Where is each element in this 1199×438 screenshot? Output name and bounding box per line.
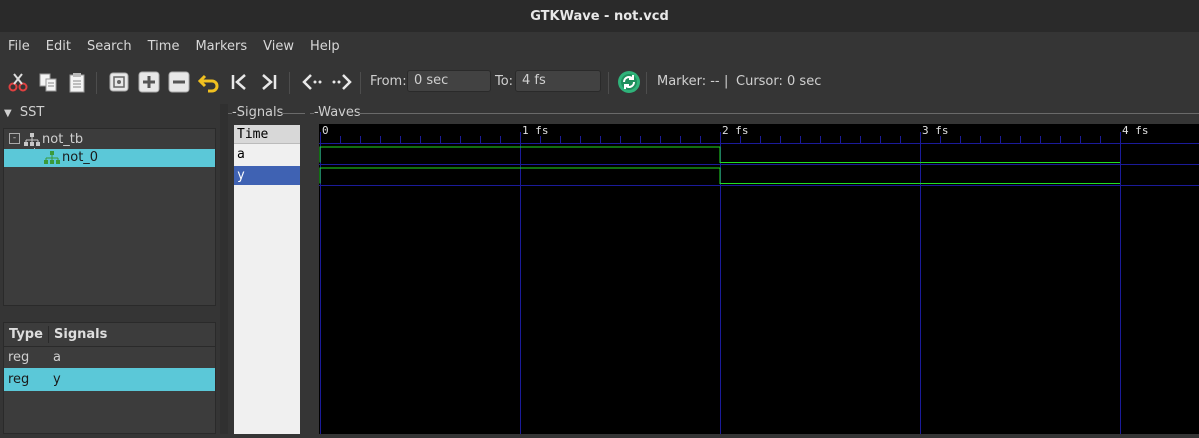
menu-bar: File Edit Search Time Markers View Help — [0, 33, 1199, 59]
signal-type: reg — [8, 372, 30, 387]
waveform-trace-a — [319, 146, 1120, 163]
tick-label: 0 — [322, 124, 329, 137]
tree-item-not-tb[interactable]: - not_tb — [4, 131, 215, 149]
signal-type: reg — [8, 350, 30, 365]
tree-item-not-0[interactable]: not_0 — [4, 149, 215, 167]
toolbar-separator — [646, 72, 647, 94]
menu-help[interactable]: Help — [302, 39, 348, 54]
time-row: Time — [234, 125, 300, 144]
tree-label: not_0 — [62, 150, 99, 165]
signals-pane[interactable]: Time a y — [234, 125, 300, 434]
signal-list-header: Type Signals — [4, 323, 215, 347]
tree-label: not_tb — [42, 132, 84, 147]
hierarchy-icon — [44, 151, 60, 164]
menu-file[interactable]: File — [0, 39, 38, 54]
tick-label: 1 fs — [522, 124, 549, 137]
signal-name: a — [53, 350, 61, 365]
toolbar: From: 0 sec To: 4 fs Marker: -- | Cursor… — [0, 62, 1199, 104]
signal-list-row[interactable]: reg a — [4, 346, 215, 369]
from-label: From: — [370, 74, 407, 89]
zoom-in-icon[interactable] — [137, 70, 161, 94]
waveform-canvas[interactable]: 0 1 fs 2 fs 3 fs 4 fs — [319, 124, 1199, 434]
hierarchy-icon — [24, 133, 40, 146]
marker-readout: Marker: -- — [657, 74, 720, 89]
sst-tree[interactable]: - not_tb not_0 — [3, 128, 216, 306]
window-title: GTKWave - not.vcd — [530, 8, 669, 24]
menu-markers[interactable]: Markers — [187, 39, 255, 54]
cut-icon[interactable] — [6, 70, 30, 94]
toolbar-separator — [289, 72, 290, 94]
waveform-trace-y — [319, 167, 1120, 184]
menu-time[interactable]: Time — [140, 39, 188, 54]
tick-label: 3 fs — [922, 124, 949, 137]
signal-row-y[interactable]: y — [234, 166, 300, 185]
signal-list-row[interactable]: reg y — [4, 368, 215, 391]
paste-icon[interactable] — [65, 70, 89, 94]
to-time-field[interactable]: 4 fs — [515, 70, 601, 92]
waves-pane[interactable]: 0 1 fs 2 fs 3 fs 4 fs — [319, 124, 1199, 434]
toolbar-separator — [96, 72, 97, 94]
find-previous-edge-icon[interactable] — [300, 70, 324, 94]
window-title-bar: GTKWave - not.vcd — [0, 0, 1199, 32]
copy-icon[interactable] — [36, 70, 60, 94]
to-label: To: — [495, 74, 514, 89]
menu-search[interactable]: Search — [79, 39, 140, 54]
from-time-field[interactable]: 0 sec — [407, 70, 491, 92]
frame-line — [281, 113, 305, 114]
signal-name: y — [53, 372, 61, 387]
toolbar-separator — [360, 72, 361, 94]
signal-list-table: Type Signals reg a reg y — [3, 322, 216, 434]
cursor-readout: Cursor: 0 sec — [736, 74, 822, 89]
tree-expander-icon[interactable]: - — [9, 133, 20, 144]
sst-header[interactable]: ▼ SST — [4, 105, 44, 120]
column-header-signals[interactable]: Signals — [54, 327, 107, 342]
undo-zoom-icon[interactable] — [197, 70, 221, 94]
signals-pane-label: -Signals — [232, 105, 284, 120]
frame-line — [358, 113, 1199, 114]
pane-splitter[interactable] — [220, 104, 228, 434]
tick-label: 4 fs — [1122, 124, 1149, 137]
menu-edit[interactable]: Edit — [38, 39, 79, 54]
reload-icon[interactable] — [617, 70, 641, 94]
zoom-fit-icon[interactable] — [107, 70, 131, 94]
signal-row-a[interactable]: a — [234, 145, 300, 164]
zoom-to-start-icon[interactable] — [228, 70, 252, 94]
find-next-edge-icon[interactable] — [330, 70, 354, 94]
waves-pane-label: -Waves — [314, 105, 361, 120]
readout-separator: | — [724, 74, 729, 89]
zoom-out-icon[interactable] — [167, 70, 191, 94]
sst-title: SST — [19, 105, 45, 120]
menu-view[interactable]: View — [255, 39, 302, 54]
collapse-triangle-icon[interactable]: ▼ — [4, 108, 12, 119]
zoom-to-end-icon[interactable] — [256, 70, 280, 94]
column-header-type[interactable]: Type — [9, 327, 43, 342]
tick-label: 2 fs — [722, 124, 749, 137]
toolbar-separator — [608, 72, 609, 94]
